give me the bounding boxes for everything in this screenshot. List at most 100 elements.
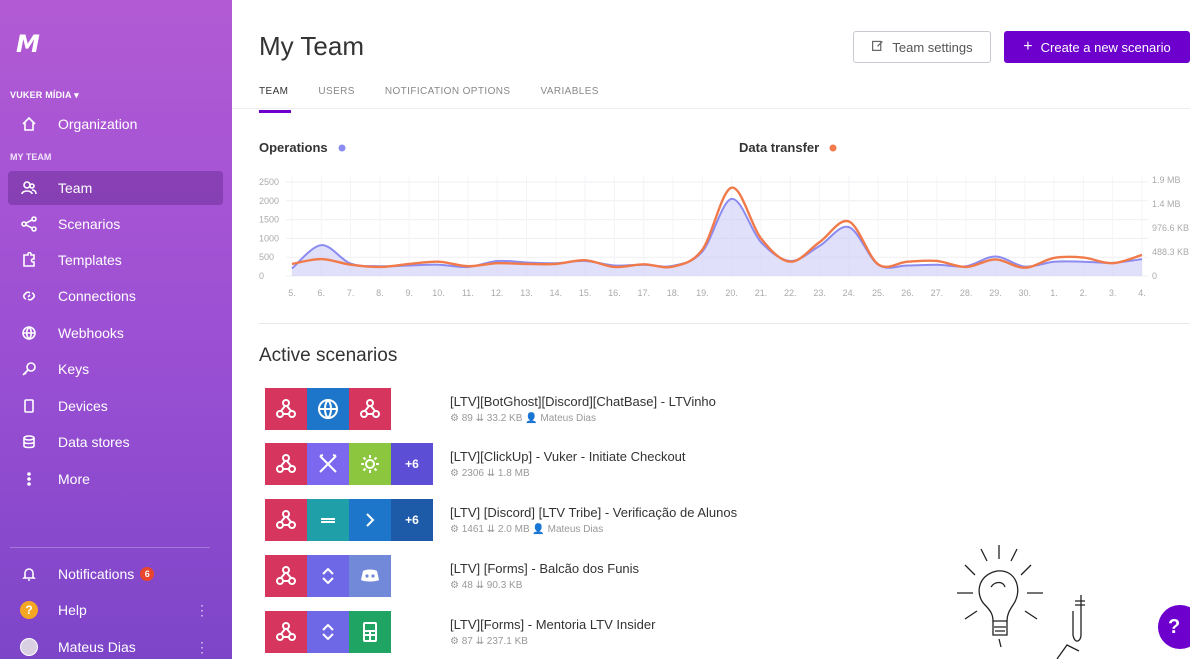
sidebar-item-help[interactable]: ? Help ⋮ (8, 593, 223, 627)
webhook-icon (265, 611, 307, 653)
x-axis-tick: 21. (755, 288, 768, 298)
scenario-row[interactable]: [LTV] [Forms] - Balcão dos Funis ⚙ 48 ⇊ 9… (265, 555, 965, 597)
scenario-name[interactable]: [LTV][Forms] - Mentoria LTV Insider (450, 617, 655, 632)
x-axis-tick: 16. (608, 288, 621, 298)
left-axis-tick: 2000 (259, 196, 279, 206)
sidebar-item-user[interactable]: Mateus Dias ⋮ (8, 630, 223, 659)
scenario-operations: ⚙ 1461 (450, 524, 484, 535)
x-axis-tick: 17. (637, 288, 650, 298)
x-axis-tick: 4. (1138, 288, 1146, 298)
scenario-row[interactable]: [LTV][Forms] - Mentoria LTV Insider ⚙ 87 … (265, 611, 965, 653)
x-axis-tick: 23. (813, 288, 826, 298)
sidebar-item-label: Devices (58, 398, 108, 414)
operations-legend-dot (338, 144, 346, 152)
make-logo[interactable]: M (16, 30, 40, 58)
tab-team[interactable]: TEAM (259, 86, 292, 113)
tab-notification-options[interactable]: NOTIFICATION OPTIONS (385, 86, 511, 105)
scenario-meta: ⚙ 89 ⇊ 33.2 KB 👤 Mateus Dias (450, 413, 596, 424)
database-icon (18, 434, 40, 450)
sidebar-item-more[interactable]: More (8, 462, 223, 496)
sheets-icon (349, 611, 391, 653)
webhook-icon (265, 499, 307, 541)
globe-icon (18, 325, 40, 341)
x-axis-tick: 11. (462, 288, 474, 298)
left-axis-tick: 1000 (259, 233, 279, 243)
team-settings-label: Team settings (892, 39, 973, 55)
gear-icon (349, 443, 391, 485)
avatar (18, 638, 40, 656)
discord-icon (349, 555, 391, 597)
create-scenario-button[interactable]: + Create a new scenario (1004, 31, 1190, 63)
sidebar-item-label: Scenarios (58, 216, 121, 232)
x-axis-tick: 7. (347, 288, 355, 298)
webhook-icon (349, 388, 391, 430)
sidebar-item-notifications[interactable]: Notifications 6 (8, 557, 223, 591)
sidebar-item-connections[interactable]: Connections (8, 279, 223, 313)
x-axis-tick: 27. (931, 288, 944, 298)
sidebar-divider (10, 547, 210, 548)
scenario-operations: ⚙ 48 (450, 580, 473, 591)
lightbulb-icon (957, 545, 1085, 659)
scenario-transfer: ⇊ 237.1 KB (472, 636, 528, 647)
scenario-operations: ⚙ 87 (450, 636, 473, 647)
tab-users[interactable]: USERS (318, 86, 354, 105)
page-title: My Team (259, 31, 364, 61)
sidebar-item-keys[interactable]: Keys (8, 352, 223, 386)
sidebar-item-organization[interactable]: Organization (8, 107, 223, 141)
sidebar-item-data-stores[interactable]: Data stores (8, 425, 223, 459)
sidebar-item-label: Mateus Dias (58, 639, 136, 655)
chevron-right-icon (349, 499, 391, 541)
scenario-owner: 👤 Mateus Dias (522, 413, 596, 424)
sidebar-item-templates[interactable]: Templates (8, 243, 223, 277)
sidebar: M VUKER MÍDIA ▾ Organization MY TEAM Tea… (0, 0, 232, 659)
left-axis-tick: 0 (259, 271, 264, 281)
scenario-name[interactable]: [LTV] [Discord] [LTV Tribe] - Verificaçã… (450, 505, 737, 520)
x-axis-tick: 9. (405, 288, 413, 298)
scenario-row[interactable]: +6 [LTV] [Discord] [LTV Tribe] - Verifica… (265, 499, 965, 541)
router-icon (307, 555, 349, 597)
x-axis-tick: 18. (667, 288, 680, 298)
kebab-icon[interactable]: ⋮ (195, 639, 209, 656)
sidebar-item-webhooks[interactable]: Webhooks (8, 316, 223, 350)
x-axis-tick: 6. (318, 288, 326, 298)
tabs-divider (232, 108, 1190, 109)
x-axis-tick: 22. (784, 288, 797, 298)
scenario-operations: ⚙ 2306 (450, 468, 484, 479)
scenario-transfer: ⇊ 33.2 KB (472, 413, 523, 424)
sidebar-item-team[interactable]: Team (8, 171, 223, 205)
scenario-name[interactable]: [LTV] [Forms] - Balcão dos Funis (450, 561, 639, 576)
more-icon (18, 471, 40, 487)
sidebar-item-devices[interactable]: Devices (8, 389, 223, 423)
data-transfer-legend: Data transfer (739, 140, 819, 155)
router-icon (307, 611, 349, 653)
x-axis-tick: 20. (725, 288, 738, 298)
scenario-name[interactable]: [LTV][ClickUp] - Vuker - Initiate Checko… (450, 449, 686, 464)
team-settings-button[interactable]: Team settings (853, 31, 991, 63)
tab-variables[interactable]: VARIABLES (540, 86, 598, 105)
sidebar-item-label: Help (58, 602, 87, 618)
organization-switcher[interactable]: VUKER MÍDIA ▾ (10, 90, 79, 101)
kebab-icon[interactable]: ⋮ (195, 602, 209, 619)
edit-icon (871, 39, 884, 55)
help-fab-button[interactable]: ? (1158, 605, 1190, 649)
phone-icon (18, 398, 40, 414)
right-axis-tick: 488.3 KB (1152, 247, 1189, 257)
x-axis-tick: 14. (550, 288, 563, 298)
tab-bar: TEAM USERS NOTIFICATION OPTIONS VARIABLE… (259, 86, 599, 113)
scenario-row[interactable]: +6 [LTV][ClickUp] - Vuker - Initiate Chec… (265, 443, 965, 485)
scenario-name[interactable]: [LTV][BotGhost][Discord][ChatBase] - LTV… (450, 394, 716, 409)
section-divider (259, 323, 1190, 324)
x-axis-tick: 10. (432, 288, 445, 298)
scenario-meta: ⚙ 1461 ⇊ 2.0 MB 👤 Mateus Dias (450, 524, 603, 535)
x-axis-tick: 30. (1019, 288, 1032, 298)
scenario-meta: ⚙ 48 ⇊ 90.3 KB (450, 580, 522, 591)
x-axis-tick: 1. (1050, 288, 1058, 298)
x-axis-tick: 26. (901, 288, 914, 298)
sidebar-item-scenarios[interactable]: Scenarios (8, 207, 223, 241)
x-axis-tick: 24. (843, 288, 856, 298)
scenario-row[interactable]: [LTV][BotGhost][Discord][ChatBase] - LTV… (265, 388, 965, 430)
webhook-icon (265, 443, 307, 485)
left-axis-tick: 500 (259, 252, 274, 262)
globe-icon (307, 388, 349, 430)
sidebar-item-label: Notifications (58, 566, 135, 582)
